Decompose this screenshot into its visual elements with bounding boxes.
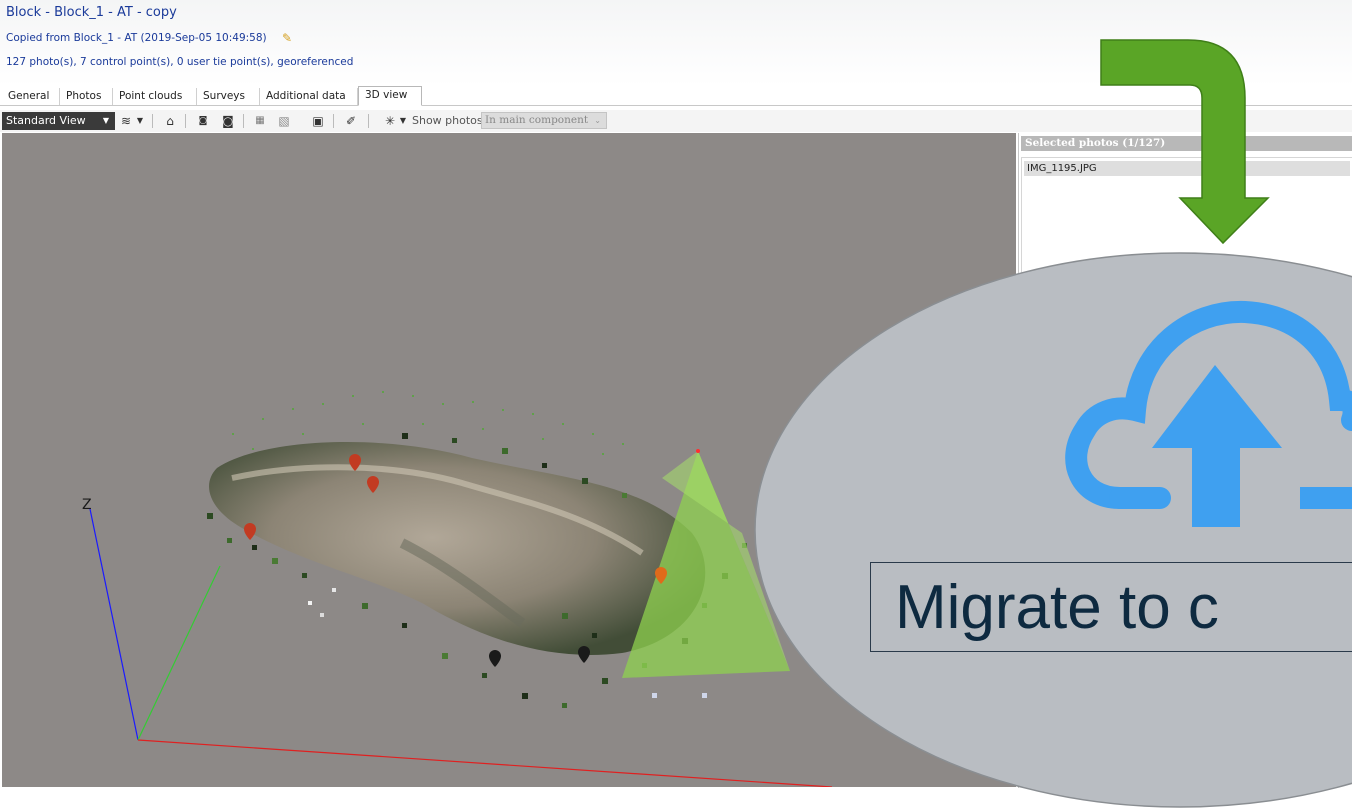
block-header: Block - Block_1 - AT - copy Copied from … bbox=[0, 0, 1352, 86]
point-cloud-sparse bbox=[232, 391, 624, 455]
toolbar-divider bbox=[185, 114, 186, 128]
show-photos-value: In main component bbox=[485, 114, 589, 126]
block-summary: 127 photo(s), 7 control point(s), 0 user… bbox=[6, 56, 354, 68]
scene-canvas: Z bbox=[82, 391, 833, 787]
tab-point-clouds[interactable]: Point clouds bbox=[113, 88, 197, 105]
show-photos-dropdown[interactable]: In main component ⌄ bbox=[481, 112, 607, 129]
selected-photos-panel: Selected photos (1/127) IMG_1195.JPG bbox=[1018, 133, 1352, 788]
camera-icon[interactable]: ◙ bbox=[220, 113, 236, 129]
tab-3d-view[interactable]: 3D view bbox=[358, 86, 422, 106]
selected-photos-title: Selected photos (1/127) bbox=[1021, 136, 1352, 151]
tab-photos[interactable]: Photos bbox=[60, 88, 113, 105]
frame-icon[interactable]: ▣ bbox=[310, 113, 326, 129]
edit-pencil-icon[interactable]: ✎ bbox=[282, 31, 292, 45]
view-mode-label: Standard View bbox=[6, 114, 86, 127]
list-item[interactable]: IMG_1195.JPG bbox=[1024, 161, 1350, 176]
axis-z-label: Z bbox=[82, 497, 92, 513]
tab-additional-data[interactable]: Additional data bbox=[260, 88, 358, 105]
checker-icon[interactable]: ▦ bbox=[252, 113, 268, 129]
toolbar-divider bbox=[243, 114, 244, 128]
copied-from-text: Copied from Block_1 - AT (2019-Sep-05 10… bbox=[6, 32, 267, 44]
square-icon[interactable]: ▧ bbox=[276, 113, 292, 129]
toolbar-divider bbox=[152, 114, 153, 128]
home-icon[interactable]: ⌂ bbox=[162, 113, 178, 129]
selected-photos-list[interactable]: IMG_1195.JPG bbox=[1021, 157, 1352, 777]
tab-surveys[interactable]: Surveys bbox=[197, 88, 260, 105]
ruler-icon[interactable]: ✐ bbox=[343, 113, 359, 129]
show-photos-label: Show photos bbox=[412, 114, 483, 127]
toolbar-divider bbox=[368, 114, 369, 128]
tab-general[interactable]: General bbox=[2, 88, 60, 105]
3d-viewport[interactable]: Z bbox=[2, 133, 1016, 787]
view-mode-dropdown[interactable]: Standard View ▼ bbox=[2, 112, 115, 130]
chevron-down-icon: ⌄ bbox=[594, 116, 601, 125]
y-axis bbox=[137, 565, 221, 741]
chevron-down-icon[interactable]: ▼ bbox=[132, 113, 148, 129]
migrate-text: Migrate to c bbox=[895, 573, 1219, 642]
block-title: Block - Block_1 - AT - copy bbox=[6, 5, 177, 20]
z-axis bbox=[89, 508, 139, 741]
view-toolbar: Standard View ▼ ≋ ▼ ⌂ ◙ ◙ ▦ ▧ ▣ ✐ ✳ ▼ Sh… bbox=[0, 110, 1352, 132]
chevron-down-icon: ▼ bbox=[102, 116, 109, 125]
x-axis bbox=[137, 739, 833, 787]
chevron-down-icon[interactable]: ▼ bbox=[395, 113, 411, 129]
tab-bar: General Photos Point clouds Surveys Addi… bbox=[0, 86, 1352, 106]
toolbar-divider bbox=[333, 114, 334, 128]
camera-small-icon[interactable]: ◙ bbox=[195, 113, 211, 129]
